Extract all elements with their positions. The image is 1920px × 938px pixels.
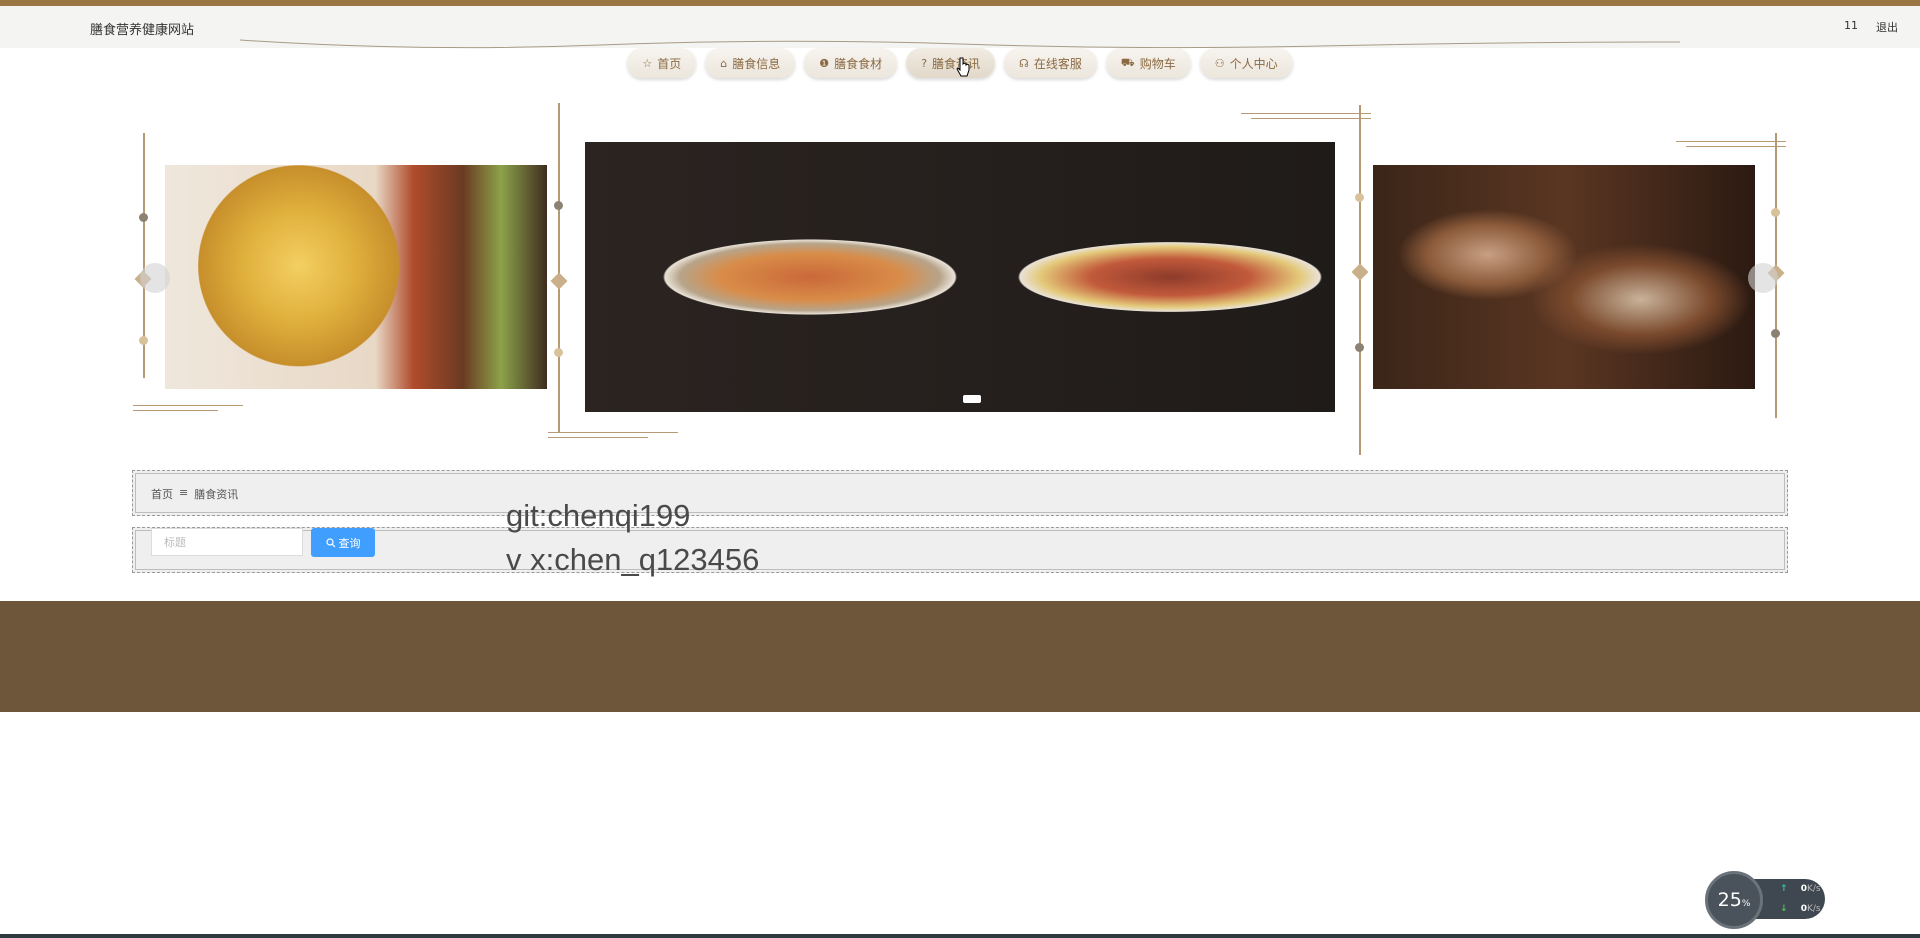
carousel-next-button[interactable] — [1748, 263, 1778, 293]
carousel-prev-button[interactable] — [140, 263, 170, 293]
search-button[interactable]: 查询 — [311, 528, 375, 557]
site-title: 膳食营养健康网站 — [90, 23, 195, 38]
decoration-dot — [1355, 343, 1364, 352]
usage-percent-unit: % — [1741, 899, 1751, 909]
decoration-line — [558, 103, 560, 433]
decoration-dot — [1771, 208, 1780, 217]
breadcrumb: 首页 ≡ 膳食资讯 — [151, 486, 238, 502]
download-arrow-icon: ↓ — [1780, 904, 1788, 914]
carousel-slide-lemon-steak[interactable] — [165, 165, 547, 389]
username-link[interactable]: 11 — [1844, 19, 1858, 35]
upload-speed: ↑ 0K/s — [1780, 884, 1821, 894]
decoration-diamond — [1351, 263, 1369, 281]
question-icon: ? — [921, 56, 928, 70]
nav-item-cart[interactable]: ⛟ 购物车 — [1105, 48, 1191, 78]
decoration-dot — [554, 348, 563, 357]
nav-item-news[interactable]: ? 膳食资讯 — [906, 48, 996, 78]
carousel-slide-grilled-skewers[interactable] — [1373, 165, 1755, 389]
footer — [0, 601, 1920, 712]
header-user-area: 11 退出 — [1844, 19, 1898, 35]
breadcrumb-current: 膳食资讯 — [194, 488, 239, 501]
bottom-border — [0, 934, 1920, 938]
network-speed-widget[interactable]: 25% ↑ 0K/s ↓ 0K/s — [1705, 871, 1825, 929]
usage-percent-value: 25 — [1717, 889, 1742, 911]
decoration-dot — [554, 201, 563, 210]
carousel-indicator[interactable] — [963, 395, 981, 403]
decoration-dot — [139, 213, 148, 222]
nav-item-label: 购物车 — [1139, 56, 1176, 71]
nav-item-diet-info[interactable]: ⌂ 膳食信息 — [705, 48, 796, 78]
user-icon: ⚇ — [1214, 56, 1225, 70]
headset-icon: ☊ — [1019, 56, 1029, 70]
info-icon: ❶ — [819, 56, 830, 70]
download-speed: ↓ 0K/s — [1780, 904, 1821, 914]
watermark-line-1: git:chenqi199 — [506, 498, 691, 533]
nav-item-profile[interactable]: ⚇ 个人中心 — [1199, 48, 1293, 78]
nav-item-home[interactable]: ☆ 首页 — [627, 48, 697, 78]
banner-carousel — [0, 95, 1920, 455]
search-icon — [325, 537, 335, 547]
upload-arrow-icon: ↑ — [1780, 884, 1788, 894]
decoration-line — [1241, 113, 1371, 114]
decoration-line — [548, 432, 678, 433]
nav-item-label: 在线客服 — [1033, 56, 1082, 71]
star-icon: ☆ — [642, 56, 653, 70]
decoration-line — [1251, 118, 1371, 119]
cart-icon: ⛟ — [1120, 55, 1135, 69]
breadcrumb-separator: ≡ — [179, 486, 189, 499]
nav-item-label: 膳食信息 — [732, 56, 781, 71]
nav-item-online-service[interactable]: ☊ 在线客服 — [1004, 48, 1097, 78]
breadcrumb-home[interactable]: 首页 — [151, 486, 173, 502]
decoration-line — [133, 405, 243, 406]
usage-percent: 25% — [1705, 871, 1763, 929]
nav-item-label: 膳食食材 — [834, 56, 883, 71]
search-button-label: 查询 — [338, 537, 361, 550]
nav-item-label: 个人中心 — [1229, 56, 1278, 71]
home-icon: ⌂ — [720, 56, 728, 70]
download-speed-unit: K/s — [1806, 904, 1821, 914]
logout-link[interactable]: 退出 — [1876, 19, 1898, 35]
upload-speed-unit: K/s — [1806, 884, 1821, 894]
carousel-slide-seafood-noodles[interactable] — [585, 142, 1335, 412]
decoration-line — [1676, 141, 1786, 142]
watermark-text: git:chenqi199 v x:chen_q123456 — [506, 494, 759, 582]
decoration-line — [133, 410, 218, 411]
decoration-line — [548, 437, 648, 438]
decoration-dot — [1771, 329, 1780, 338]
title-search-input[interactable] — [151, 528, 303, 556]
decoration-diamond — [550, 272, 568, 290]
decoration-line — [1686, 146, 1786, 147]
search-container: 查询 — [132, 527, 1788, 573]
decoration-dot — [1355, 193, 1364, 202]
mouse-cursor-icon — [956, 57, 970, 77]
watermark-line-2: v x:chen_q123456 — [506, 542, 760, 577]
header-bar: 膳食营养健康网站 11 退出 — [0, 6, 1920, 49]
nav-item-label: 首页 — [657, 56, 682, 71]
breadcrumb-container: 首页 ≡ 膳食资讯 — [132, 470, 1788, 516]
decoration-dot — [139, 336, 148, 345]
nav-item-ingredients[interactable]: ❶ 膳食食材 — [804, 48, 898, 78]
